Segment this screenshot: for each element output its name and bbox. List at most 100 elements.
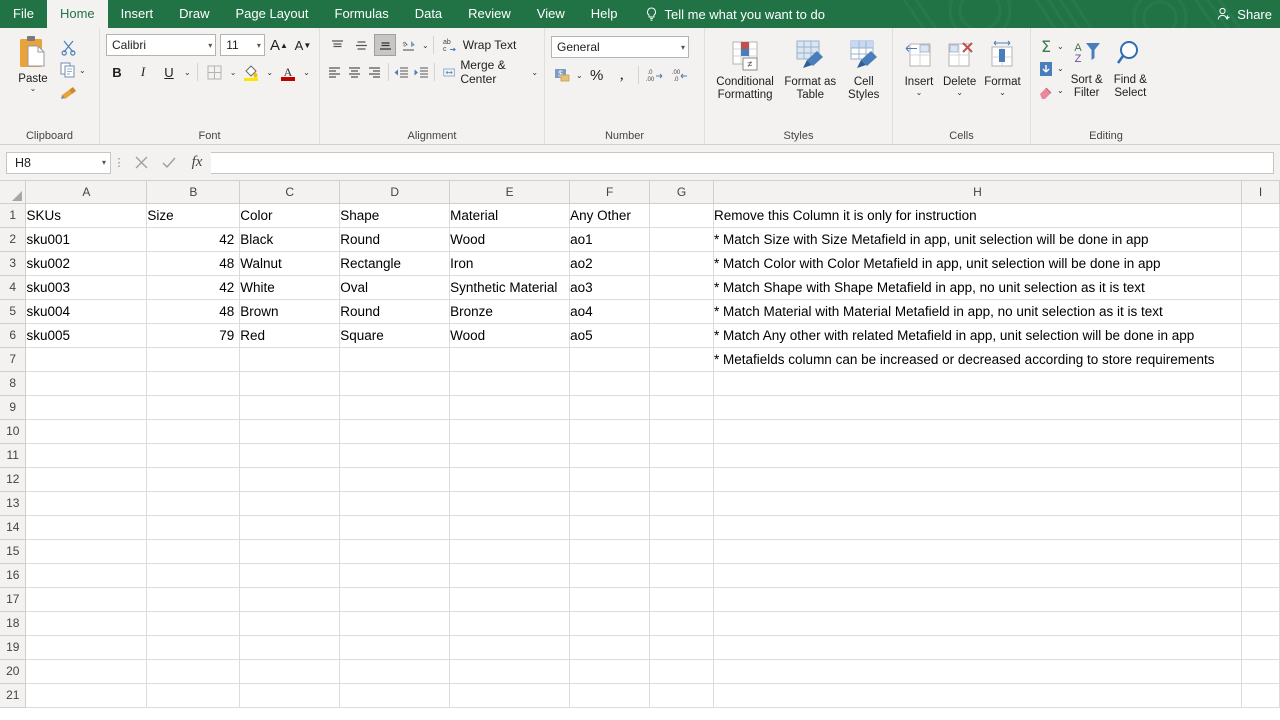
decrease-decimal-button[interactable]: .00 .0 bbox=[669, 64, 691, 86]
cell-I2[interactable] bbox=[1241, 227, 1279, 251]
cell-F2[interactable]: ao1 bbox=[570, 227, 650, 251]
cell-C15[interactable] bbox=[240, 539, 340, 563]
cell-E5[interactable]: Bronze bbox=[450, 299, 570, 323]
cell-G13[interactable] bbox=[650, 491, 714, 515]
cell-B19[interactable] bbox=[147, 635, 240, 659]
conditional-formatting-button[interactable]: ≠ Conditional Formatting bbox=[712, 36, 778, 102]
cell-C4[interactable]: White bbox=[240, 275, 340, 299]
cell-D4[interactable]: Oval bbox=[340, 275, 450, 299]
cell-D15[interactable] bbox=[340, 539, 450, 563]
tab-view[interactable]: View bbox=[524, 0, 578, 28]
cell-D18[interactable] bbox=[340, 611, 450, 635]
orientation-button[interactable]: a bbox=[398, 34, 420, 56]
row-header-5[interactable]: 5 bbox=[0, 299, 26, 323]
cell-E13[interactable] bbox=[450, 491, 570, 515]
cell-B18[interactable] bbox=[147, 611, 240, 635]
fill-color-chevron-down-icon[interactable]: ⌄ bbox=[266, 69, 273, 76]
align-top-button[interactable] bbox=[326, 34, 348, 56]
cell-A19[interactable] bbox=[26, 635, 147, 659]
row-header-1[interactable]: 1 bbox=[0, 203, 26, 227]
cell-F18[interactable] bbox=[570, 611, 650, 635]
cell-I12[interactable] bbox=[1241, 467, 1279, 491]
cell-E21[interactable] bbox=[450, 683, 570, 707]
cell-F14[interactable] bbox=[570, 515, 650, 539]
cell-G12[interactable] bbox=[650, 467, 714, 491]
insert-cells-button[interactable]: Insert ⌄ bbox=[899, 36, 939, 96]
fill-color-button[interactable] bbox=[240, 61, 262, 83]
cell-H4[interactable]: * Match Shape with Shape Metafield in ap… bbox=[714, 275, 1242, 299]
cell-E7[interactable] bbox=[450, 347, 570, 371]
cell-E20[interactable] bbox=[450, 659, 570, 683]
cell-F5[interactable]: ao4 bbox=[570, 299, 650, 323]
cell-A12[interactable] bbox=[26, 467, 147, 491]
cell-C12[interactable] bbox=[240, 467, 340, 491]
cell-G15[interactable] bbox=[650, 539, 714, 563]
cell-I4[interactable] bbox=[1241, 275, 1279, 299]
cell-H14[interactable] bbox=[714, 515, 1242, 539]
cell-A18[interactable] bbox=[26, 611, 147, 635]
cell-D16[interactable] bbox=[340, 563, 450, 587]
cell-B6[interactable]: 79 bbox=[147, 323, 240, 347]
font-color-button[interactable]: A bbox=[277, 61, 299, 83]
cell-B12[interactable] bbox=[147, 467, 240, 491]
cell-B21[interactable] bbox=[147, 683, 240, 707]
font-size-chevron-down-icon[interactable]: ▾ bbox=[257, 41, 261, 50]
cell-H13[interactable] bbox=[714, 491, 1242, 515]
cell-I17[interactable] bbox=[1241, 587, 1279, 611]
tab-page-layout[interactable]: Page Layout bbox=[223, 0, 322, 28]
row-header-14[interactable]: 14 bbox=[0, 515, 26, 539]
cell-D2[interactable]: Round bbox=[340, 227, 450, 251]
row-header-19[interactable]: 19 bbox=[0, 635, 26, 659]
row-header-21[interactable]: 21 bbox=[0, 683, 26, 707]
increase-indent-button[interactable] bbox=[412, 61, 430, 83]
cell-B16[interactable] bbox=[147, 563, 240, 587]
cell-A4[interactable]: sku003 bbox=[26, 275, 147, 299]
cell-B13[interactable] bbox=[147, 491, 240, 515]
comma-style-button[interactable]: , bbox=[611, 64, 633, 86]
cell-A10[interactable] bbox=[26, 419, 147, 443]
formula-input[interactable] bbox=[211, 152, 1274, 174]
cell-G18[interactable] bbox=[650, 611, 714, 635]
select-all-corner[interactable] bbox=[0, 181, 26, 203]
align-middle-button[interactable] bbox=[350, 34, 372, 56]
cell-B15[interactable] bbox=[147, 539, 240, 563]
number-format-chevron-down-icon[interactable]: ▾ bbox=[681, 43, 685, 52]
align-right-button[interactable] bbox=[366, 61, 384, 83]
cell-D20[interactable] bbox=[340, 659, 450, 683]
cell-H19[interactable] bbox=[714, 635, 1242, 659]
cell-A9[interactable] bbox=[26, 395, 147, 419]
cell-B8[interactable] bbox=[147, 371, 240, 395]
row-header-15[interactable]: 15 bbox=[0, 539, 26, 563]
accounting-format-button[interactable]: $ bbox=[551, 64, 573, 86]
cell-F10[interactable] bbox=[570, 419, 650, 443]
cell-E2[interactable]: Wood bbox=[450, 227, 570, 251]
align-bottom-button[interactable] bbox=[374, 34, 396, 56]
cell-C20[interactable] bbox=[240, 659, 340, 683]
cell-D8[interactable] bbox=[340, 371, 450, 395]
cell-C3[interactable]: Walnut bbox=[240, 251, 340, 275]
cell-I1[interactable] bbox=[1241, 203, 1279, 227]
cell-H12[interactable] bbox=[714, 467, 1242, 491]
ribbon-tab-list[interactable]: File Home Insert Draw Page Layout Formul… bbox=[0, 0, 631, 28]
cell-G4[interactable] bbox=[650, 275, 714, 299]
row-header-8[interactable]: 8 bbox=[0, 371, 26, 395]
cell-A15[interactable] bbox=[26, 539, 147, 563]
cell-E4[interactable]: Synthetic Material bbox=[450, 275, 570, 299]
cell-B20[interactable] bbox=[147, 659, 240, 683]
row-header-13[interactable]: 13 bbox=[0, 491, 26, 515]
cell-I14[interactable] bbox=[1241, 515, 1279, 539]
cell-H10[interactable] bbox=[714, 419, 1242, 443]
merge-center-button[interactable]: Merge & Center ⌄ bbox=[439, 61, 538, 83]
cell-I21[interactable] bbox=[1241, 683, 1279, 707]
cell-A3[interactable]: sku002 bbox=[26, 251, 147, 275]
cell-C11[interactable] bbox=[240, 443, 340, 467]
delete-cells-button[interactable]: Delete ⌄ bbox=[939, 36, 980, 96]
accounting-chevron-down-icon[interactable]: ⌄ bbox=[576, 72, 583, 79]
cell-E18[interactable] bbox=[450, 611, 570, 635]
column-header-e[interactable]: E bbox=[450, 181, 570, 203]
cell-I8[interactable] bbox=[1241, 371, 1279, 395]
tab-review[interactable]: Review bbox=[455, 0, 524, 28]
cell-D10[interactable] bbox=[340, 419, 450, 443]
cell-I13[interactable] bbox=[1241, 491, 1279, 515]
cell-H15[interactable] bbox=[714, 539, 1242, 563]
